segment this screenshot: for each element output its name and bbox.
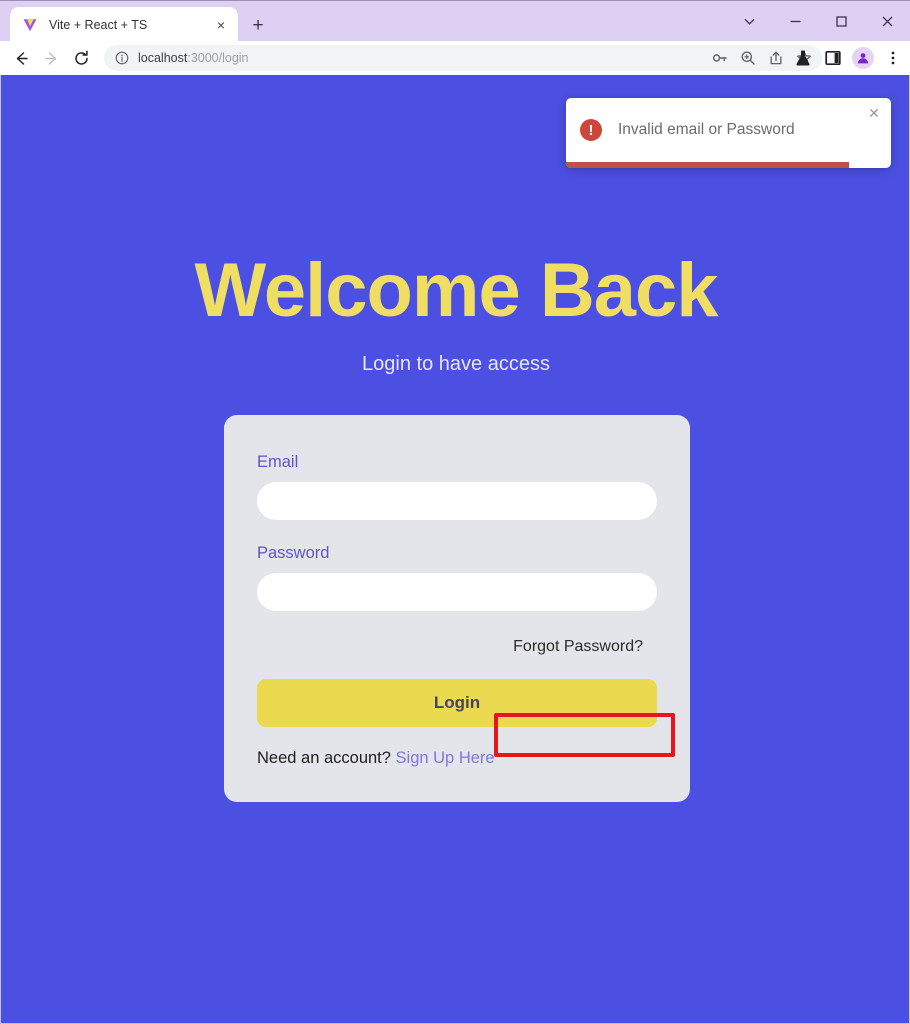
reload-button[interactable] [66,43,96,73]
password-label: Password [257,544,330,562]
page-subtitle: Login to have access [362,353,550,375]
forward-button[interactable] [36,43,66,73]
toast-progress-bar [566,162,849,168]
browser-window: Vite + React + TS × + localhost:3000/log… [0,0,910,1024]
error-toast[interactable]: ! Invalid email or Password ✕ [566,98,891,168]
forgot-password-link[interactable]: Forgot Password? [499,629,657,665]
share-icon[interactable] [762,44,790,72]
toast-body: ! Invalid email or Password [566,98,891,162]
email-label: Email [257,453,299,471]
maximize-icon[interactable] [818,1,864,42]
password-key-icon[interactable] [706,44,734,72]
toast-progress-track [566,162,891,168]
vite-logo-icon [22,17,38,33]
site-info-icon[interactable] [114,51,129,66]
password-field[interactable] [257,573,657,611]
login-button[interactable]: Login [257,679,657,727]
tab-search-icon[interactable] [726,1,772,42]
chrome-menu-icon[interactable] [878,43,908,73]
browser-tab[interactable]: Vite + React + TS × [10,7,238,42]
page-viewport: ! Invalid email or Password ✕ Welcome Ba… [0,75,910,1024]
url-path: :3000/login [187,51,249,65]
email-field[interactable] [257,482,657,520]
toast-close-icon[interactable]: ✕ [865,104,883,122]
window-controls [726,1,910,42]
back-button[interactable] [6,43,36,73]
minimize-icon[interactable] [772,1,818,42]
login-card: Email Password Forgot Password? Login Ne… [224,415,690,802]
zoom-icon[interactable] [734,44,762,72]
field-spacer [257,520,657,544]
address-bar-url: localhost:3000/login [138,51,249,65]
page-title: Welcome Back [194,248,718,333]
profile-avatar[interactable] [848,43,878,73]
forgot-password-row: Forgot Password? [257,629,657,665]
side-panel-icon[interactable] [818,43,848,73]
toast-message: Invalid email or Password [618,121,795,138]
new-tab-button[interactable]: + [246,13,270,37]
error-exclamation-icon: ! [580,119,602,141]
signup-prompt: Need an account? [257,749,391,767]
url-host: localhost [138,51,188,65]
close-window-icon[interactable] [864,1,910,42]
signup-link[interactable]: Sign Up Here [396,749,495,767]
tab-title: Vite + React + TS [49,17,148,32]
signup-row: Need an account? Sign Up Here [257,749,657,768]
tab-strip: Vite + React + TS × + [0,0,910,42]
labs-flask-icon[interactable] [788,43,818,73]
tab-close-icon[interactable]: × [212,16,230,34]
avatar [852,47,874,69]
toolbar-right-buttons [788,41,908,75]
